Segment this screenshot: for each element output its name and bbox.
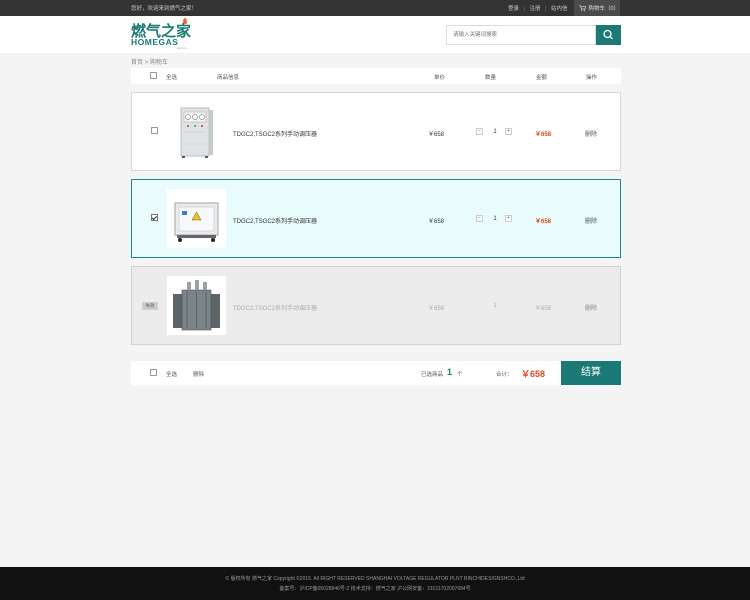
top-links: 登录 | 注册 | 站内信 — [508, 4, 571, 12]
cart-item-row: TDGC2,TSGC2系列手动调压器 ￥658 − 1 + ￥658 删除 — [131, 92, 621, 171]
cart-icon — [579, 5, 586, 11]
unit-price: ￥658 — [428, 219, 445, 225]
search-input[interactable] — [446, 25, 596, 45]
top-bar: 您好，欢迎来到燃气之家！ 登录 | 注册 | 站内信 购物车（0） — [0, 0, 750, 16]
product-name[interactable]: TDGC2,TSGC2系列手动调压器 — [233, 129, 317, 138]
total-amount: ￥658 — [521, 369, 546, 379]
col-unit-price: 单价 — [434, 75, 446, 81]
decrease-button[interactable]: − — [476, 215, 483, 222]
cart-summary-bar: 全选 删除 已选商品 1 个 合计： ￥658 结算 — [131, 361, 621, 385]
copyright-text: © 版权所有 燃气之家 Copyright ©2016. All RIGHT R… — [225, 576, 525, 582]
product-image[interactable] — [167, 276, 226, 335]
subtotal: ￥658 — [535, 219, 552, 225]
increase-button[interactable]: + — [505, 215, 512, 222]
search-box — [446, 25, 621, 45]
link-separator: | — [523, 6, 525, 12]
item-checkbox[interactable] — [151, 127, 158, 134]
col-action: 操作 — [586, 75, 598, 81]
product-image[interactable] — [167, 102, 226, 161]
site-header: 燃气之家 HOMEGAS com.cn — [0, 16, 750, 53]
batch-delete-link[interactable]: 删除 — [193, 370, 204, 378]
voltage-regulator-cabinet-image — [180, 107, 213, 158]
product-name[interactable]: TDGC2,TSGC2系列手动调压器 — [233, 216, 317, 225]
messages-link[interactable]: 站内信 — [551, 6, 568, 12]
selected-label: 已选商品 — [421, 372, 444, 378]
page-footer: © 版权所有 燃气之家 Copyright ©2016. All RIGHT R… — [0, 567, 750, 600]
col-quantity: 数量 — [485, 75, 497, 81]
site-logo[interactable]: 燃气之家 HOMEGAS com.cn — [131, 18, 195, 50]
logo-domain: com.cn — [177, 46, 187, 50]
unit-price: ￥658 — [428, 132, 445, 138]
voltage-regulator-box-image — [174, 202, 219, 242]
cart-item-row-invalid: 失效 TDGC2,TSGC2系列手动调压器 ￥658 1 ￥658 删除 — [131, 266, 621, 345]
increase-button[interactable]: + — [505, 128, 512, 135]
col-amount: 金额 — [536, 75, 548, 81]
item-checkbox[interactable] — [151, 214, 158, 221]
invalid-badge: 失效 — [142, 302, 158, 310]
product-name[interactable]: TDGC2,TSGC2系列手动调压器 — [233, 303, 317, 312]
total-label: 合计： — [496, 372, 513, 378]
welcome-text: 您好，欢迎来到燃气之家！ — [131, 6, 198, 12]
col-product-info: 商品信息 — [217, 75, 240, 81]
search-button[interactable] — [596, 25, 621, 45]
quantity-stepper: − 1 + — [476, 214, 512, 224]
delete-link[interactable]: 删除 — [585, 303, 597, 312]
select-all-checkbox-bottom[interactable] — [150, 369, 157, 376]
mini-cart-button[interactable]: 购物车（0） — [574, 0, 620, 16]
selected-unit: 个 — [457, 372, 463, 378]
subtotal: ￥658 — [535, 306, 552, 312]
quantity-display: 1 — [476, 301, 512, 311]
icp-text: 备案号：沪ICP备05028846号-2 技术支持：燃气之家 沪公网安备：310… — [279, 586, 471, 592]
breadcrumb-current: 购物车 — [149, 60, 168, 66]
select-all-label-bottom: 全选 — [166, 372, 178, 378]
search-icon — [603, 29, 613, 40]
unit-price: ￥658 — [428, 306, 445, 312]
mini-cart-label: 购物车（0） — [588, 6, 620, 12]
select-all-label: 全选 — [166, 75, 178, 81]
select-all-checkbox[interactable] — [150, 72, 157, 79]
logo-english: HOMEGAS — [131, 37, 179, 47]
delete-link[interactable]: 删除 — [585, 129, 597, 138]
subtotal: ￥658 — [535, 132, 552, 138]
breadcrumb-home[interactable]: 首页 — [131, 60, 143, 66]
breadcrumb: 首页 > 购物车 — [131, 57, 168, 66]
delete-link[interactable]: 删除 — [585, 216, 597, 225]
quantity-value[interactable]: 1 — [491, 129, 499, 135]
register-link[interactable]: 注册 — [530, 6, 541, 12]
link-separator: | — [545, 6, 547, 12]
decrease-button[interactable]: − — [476, 128, 483, 135]
selected-count: 1 — [447, 367, 453, 377]
cart-item-row: TDGC2,TSGC2系列手动调压器 ￥658 − 1 + ￥658 删除 — [131, 179, 621, 258]
cart-table-header: 全选 商品信息 单价 数量 金额 操作 — [131, 68, 621, 84]
login-link[interactable]: 登录 — [508, 6, 519, 12]
quantity-stepper: − 1 + — [476, 127, 512, 137]
transformer-image — [173, 280, 220, 331]
breadcrumb-separator: > — [144, 60, 149, 66]
checkout-button[interactable]: 结算 — [561, 361, 621, 385]
quantity-value[interactable]: 1 — [491, 216, 499, 222]
quantity-value: 1 — [493, 303, 497, 309]
product-image[interactable] — [167, 189, 226, 248]
